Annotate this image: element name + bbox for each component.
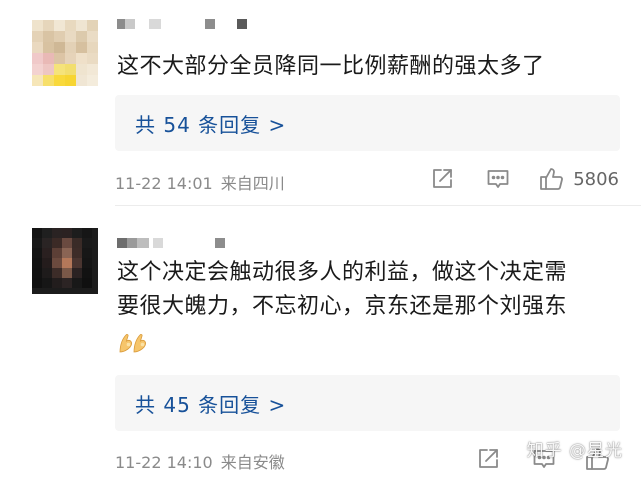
thumbs-up-icon[interactable] [539,166,565,192]
username-redacted [117,238,225,248]
view-replies-link[interactable]: 共 54 条回复 > [135,109,286,138]
like-count: 5806 [573,168,619,190]
avatar[interactable] [32,20,98,86]
watermark: 知乎 @星光 [526,441,623,461]
username-redacted [117,19,247,29]
reply-icon[interactable] [485,166,511,192]
comment-text: 这不大部分全员降同一比例薪酬的强太多了 [117,54,545,79]
comment-text-line: 要很大魄力，不忘初心，京东还是那个刘强东 [117,294,568,319]
comment-text-line: 这个决定会触动很多人的利益，做这个决定需 [117,260,568,285]
share-icon[interactable] [475,446,501,472]
share-icon[interactable] [429,166,455,192]
view-replies-link[interactable]: 共 45 条回复 > [135,389,286,418]
comment-text: 这个决定会触动很多人的利益，做这个决定需 要很大魄力，不忘初心，京东还是那个刘强… [117,256,627,324]
replies-box[interactable]: 共 45 条回复 > [115,375,620,431]
comment-location: 来自四川 [220,174,285,193]
comment-location: 来自安徽 [220,453,285,472]
comment-item: 这不大部分全员降同一比例薪酬的强太多了 共 54 条回复 > 11-22 14:… [0,0,641,206]
comment-time: 11-22 14:01 [115,174,213,193]
comment-list: 这不大部分全员降同一比例薪酬的强太多了 共 54 条回复 > 11-22 14:… [0,0,641,485]
avatar[interactable] [32,228,98,294]
comment-actions: 5806 [429,166,619,192]
replies-box[interactable]: 共 54 条回复 > [115,95,620,151]
comment-meta: 11-22 14:01 来自四川 [115,170,285,194]
ok-hand-emoji [117,330,151,356]
comment-time: 11-22 14:10 [115,453,213,472]
comment-meta: 11-22 14:10 来自安徽 [115,449,285,473]
